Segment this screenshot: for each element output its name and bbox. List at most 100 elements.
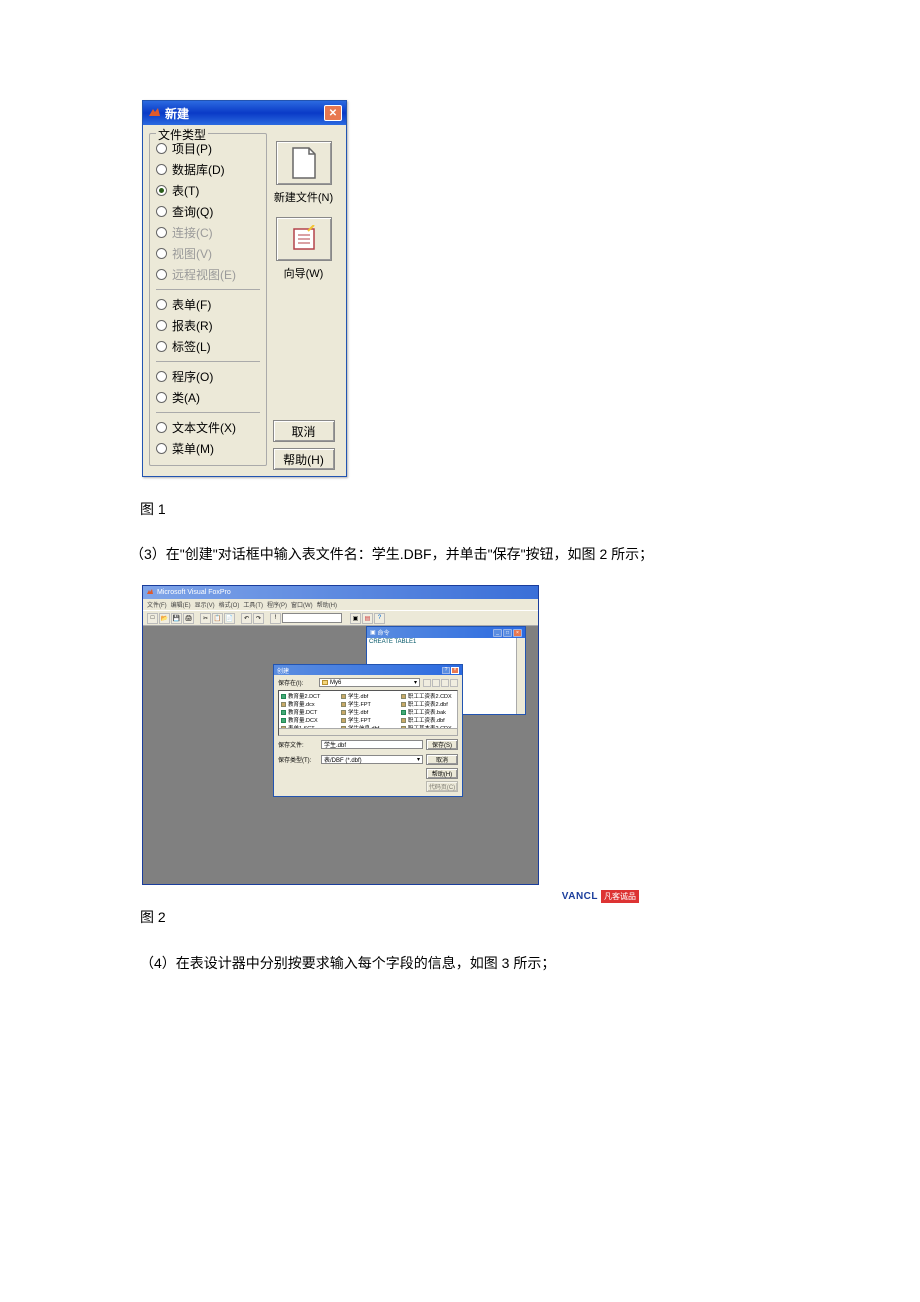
list-item: 表单1.scx [281,732,337,736]
menu-format[interactable]: 格式(O) [219,600,240,609]
radio-icon [156,299,167,310]
create-titlebar[interactable]: 创建 ? × [274,665,462,675]
radio-icon [156,248,167,259]
radio-database[interactable]: 数据库(D) [156,159,260,180]
new-file-button[interactable] [276,141,332,185]
command-titlebar[interactable]: ▣ 命令 _ □ × [367,627,525,638]
maximize-icon[interactable]: □ [503,629,512,637]
list-item: 职工基本表2.dbf [401,732,458,736]
list-item: 教育量2.DCT [281,692,337,700]
radio-query[interactable]: 查询(Q) [156,201,260,222]
new-file-dialog: 新建 ✕ 文件类型 项目(P) 数据库(D) 表(T) 查询(Q) 连接(C) … [142,100,347,477]
vfp-titlebar[interactable]: Microsoft Visual FoxPro [143,586,538,599]
radio-icon [156,164,167,175]
menu-help[interactable]: 帮助(H) [317,600,337,609]
menu-tools[interactable]: 工具(T) [243,600,263,609]
list-item: 学生信息.FPT [341,732,397,736]
wizard-button[interactable] [276,217,332,261]
radio-label[interactable]: 标签(L) [156,336,260,357]
file-icon [341,726,346,731]
radio-icon [156,320,167,331]
tb-undo-icon[interactable]: ↶ [241,613,252,624]
list-item: 学生信息.dbf [341,724,397,732]
back-icon[interactable] [423,679,431,687]
codepage-button: 代码页(C) [426,781,458,792]
tb-paste-icon[interactable]: 📄 [224,613,235,624]
file-type-label: 文件类型 [156,126,208,143]
menu-program[interactable]: 程序(P) [267,600,287,609]
menu-window[interactable]: 窗口(W) [291,600,313,609]
paragraph-4: （4）在表设计器中分别按要求输入每个字段的信息，如图 3 所示； [140,951,810,976]
file-icon [281,702,286,707]
new-file-icon [290,147,318,179]
tb-db-icon[interactable]: ▤ [362,613,373,624]
tb-help-icon[interactable]: ? [374,613,385,624]
tb-cut-icon[interactable]: ✂ [200,613,211,624]
radio-form[interactable]: 表单(F) [156,294,260,315]
radio-table[interactable]: 表(T) [156,180,260,201]
radio-icon [156,143,167,154]
radio-icon [156,341,167,352]
file-icon [281,734,286,737]
tb-open-icon[interactable]: 📂 [159,613,170,624]
wizard-label: 向导(W) [284,265,324,281]
up-icon[interactable] [432,679,440,687]
list-item: 表单1.SCT [281,724,337,732]
dialog-titlebar[interactable]: 新建 ✕ [143,101,346,125]
file-icon [341,710,346,715]
cancel-button[interactable]: 取消 [273,420,335,442]
minimize-icon[interactable]: _ [493,629,502,637]
list-item: 职工工资表.dbf [401,716,458,724]
radio-icon [156,443,167,454]
filename-label: 保存文件: [278,740,318,749]
folder-dropdown[interactable]: My6 ▾ [319,678,420,687]
save-button[interactable]: 保存(S) [426,739,458,750]
menu-file[interactable]: 文件(F) [147,600,167,609]
filename-input[interactable]: 学生.dbf [321,740,423,749]
vfp-menubar[interactable]: 文件(F) 编辑(E) 显示(V) 格式(O) 工具(T) 程序(P) 窗口(W… [143,599,538,610]
tb-copy-icon[interactable]: 📋 [212,613,223,624]
radio-icon [156,371,167,382]
help-button[interactable]: 帮助(H) [273,448,335,470]
document-page: 新建 ✕ 文件类型 项目(P) 数据库(D) 表(T) 查询(Q) 连接(C) … [0,0,920,976]
vfp-main-window: Microsoft Visual FoxPro 文件(F) 编辑(E) 显示(V… [142,585,539,885]
vancl-ad[interactable]: VANCL 凡客诚品 [562,890,639,903]
folder-icon [322,680,328,685]
close-icon[interactable]: × [513,629,522,637]
menu-view[interactable]: 显示(V) [195,600,215,609]
radio-class[interactable]: 类(A) [156,387,260,408]
tb-new-icon[interactable]: □ [147,613,158,624]
tb-run-icon[interactable]: ! [270,613,281,624]
file-list[interactable]: 教育量2.DCT 教育量.dcx 教育量.DCT 教育量.DCX 表单1.SCT… [278,690,458,736]
radio-report[interactable]: 报表(R) [156,315,260,336]
cancel-button[interactable]: 取消 [426,754,458,765]
new-file-label: 新建文件(N) [274,189,333,205]
radio-program[interactable]: 程序(O) [156,366,260,387]
filetype-dropdown[interactable]: 表/DBF (*.dbf)▾ [321,755,423,764]
list-item: 教育量.DCT [281,708,337,716]
menu-edit[interactable]: 编辑(E) [171,600,191,609]
views-icon[interactable] [450,679,458,687]
close-icon[interactable]: × [451,667,459,674]
help-icon[interactable]: ? [442,667,450,674]
file-icon [401,702,406,707]
radio-icon [156,392,167,403]
radio-view: 视图(V) [156,243,260,264]
tb-print-icon[interactable]: 🖨 [183,613,194,624]
file-icon [401,710,406,715]
radio-icon [156,269,167,280]
tb-save-icon[interactable]: 💾 [171,613,182,624]
radio-text-file[interactable]: 文本文件(X) [156,417,260,438]
filetype-label: 保存类型(T): [278,755,318,764]
figure2: Microsoft Visual FoxPro 文件(F) 编辑(E) 显示(V… [142,585,539,885]
help-button[interactable]: 帮助(H) [426,768,458,779]
tb-redo-icon[interactable]: ↷ [253,613,264,624]
newfolder-icon[interactable] [441,679,449,687]
tb-combo[interactable] [282,613,342,623]
close-icon[interactable]: ✕ [324,105,342,121]
file-type-group: 文件类型 项目(P) 数据库(D) 表(T) 查询(Q) 连接(C) 视图(V)… [149,133,267,466]
tb-form-icon[interactable]: ▣ [350,613,361,624]
vfp-workspace: ▣ 命令 _ □ × CREATE TABLE1 [143,626,538,884]
radio-menu[interactable]: 菜单(M) [156,438,260,459]
vfp-toolbar[interactable]: □ 📂 💾 🖨 ✂ 📋 📄 ↶ ↷ ! ▣ ▤ ? [143,610,538,626]
